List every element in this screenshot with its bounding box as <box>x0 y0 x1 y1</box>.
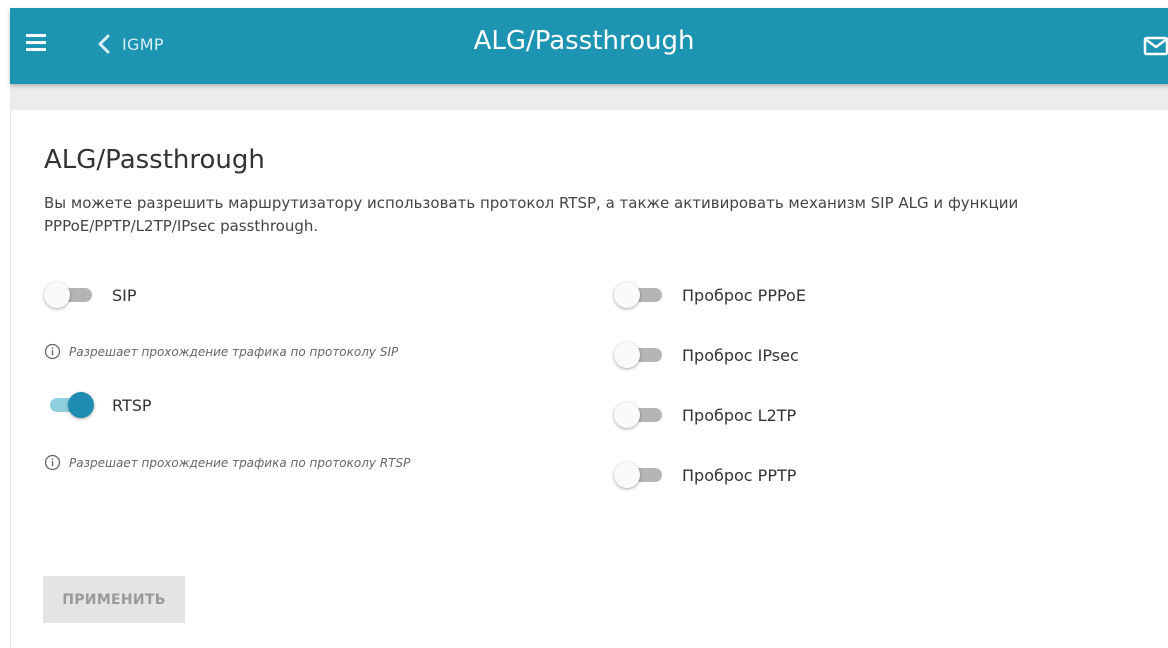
info-icon <box>44 454 61 471</box>
toggle-ipsec[interactable]: Проброс IPsec <box>614 340 799 370</box>
toggle-label: RTSP <box>112 395 152 415</box>
mail-icon[interactable] <box>1143 36 1168 56</box>
sip-hint: Разрешает прохождение трафика по протоко… <box>44 343 398 360</box>
hint-text: Разрешает прохождение трафика по протоко… <box>69 344 399 359</box>
rtsp-switch[interactable] <box>44 390 96 420</box>
toggle-rtsp[interactable]: RTSP <box>44 390 152 420</box>
page-description: Вы можете разрешить маршрутизатору испол… <box>44 194 1019 235</box>
page-title: ALG/Passthrough <box>44 145 265 175</box>
toggle-pptp[interactable]: Проброс PPTP <box>614 460 796 490</box>
toggle-l2tp[interactable]: Проброс L2TP <box>614 400 796 430</box>
apply-button[interactable]: ПРИМЕНИТЬ <box>43 576 185 623</box>
top-bar: IGMP ALG/Passthrough <box>10 8 1168 84</box>
sip-switch[interactable] <box>44 280 96 310</box>
toggle-sip[interactable]: SIP <box>44 280 137 310</box>
pppoe-switch[interactable] <box>614 280 666 310</box>
hint-text: Разрешает прохождение трафика по протоко… <box>69 455 411 470</box>
l2tp-switch[interactable] <box>614 400 666 430</box>
pptp-switch[interactable] <box>614 460 666 490</box>
ipsec-switch[interactable] <box>614 340 666 370</box>
toggle-label: SIP <box>112 285 137 305</box>
window-left-margin <box>0 8 10 648</box>
info-icon <box>44 343 61 360</box>
app-window: IGMP ALG/Passthrough ALG/Passthrough Вы … <box>0 0 1168 648</box>
toggle-label: Проброс PPPoE <box>682 285 806 305</box>
window-top-margin <box>0 0 1168 8</box>
toggle-pppoe[interactable]: Проброс PPPoE <box>614 280 806 310</box>
toggle-label: Проброс PPTP <box>682 465 797 485</box>
sub-header-bar <box>10 84 1168 110</box>
content-panel <box>10 110 1168 648</box>
page-header-title: ALG/Passthrough <box>473 26 695 56</box>
toggle-label: Проброс IPsec <box>682 345 799 365</box>
toggle-label: Проброс L2TP <box>682 405 797 425</box>
rtsp-hint: Разрешает прохождение трафика по протоко… <box>44 454 410 471</box>
